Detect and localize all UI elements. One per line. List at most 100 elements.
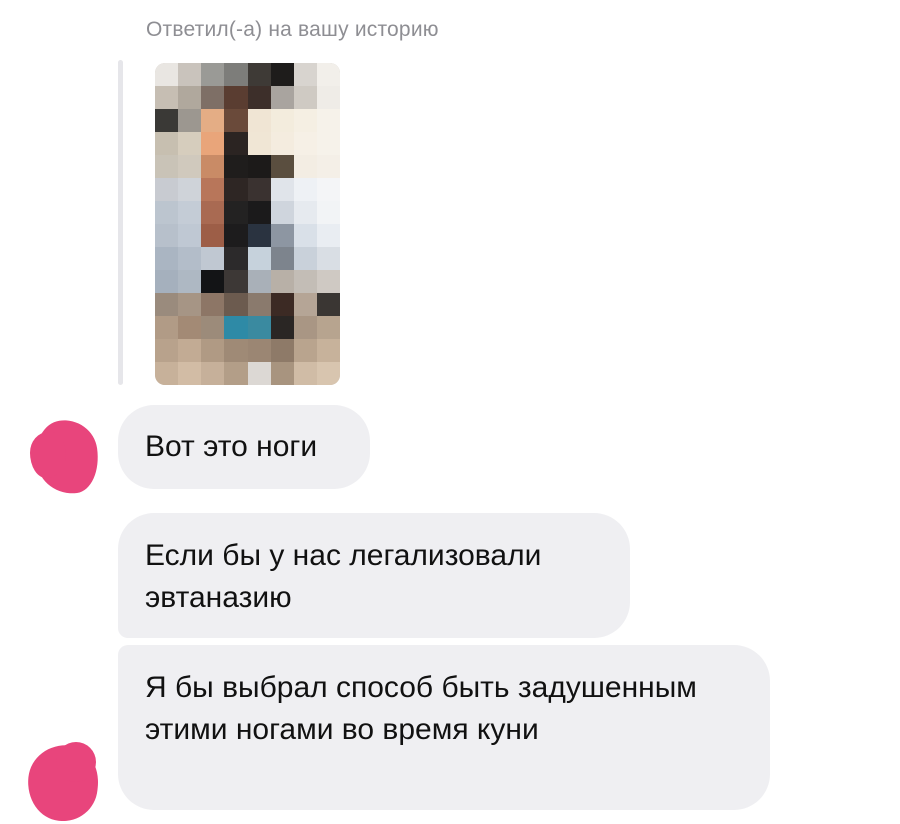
story-pixel (247, 63, 271, 86)
story-thumbnail[interactable] (155, 63, 340, 385)
story-pixel (270, 293, 294, 316)
avatar-redaction (56, 742, 96, 782)
story-pixel (224, 224, 248, 247)
story-pixel (247, 178, 271, 201)
story-pixel (224, 270, 248, 293)
story-pixel (155, 362, 179, 385)
story-pixel (201, 86, 225, 109)
story-pixel (224, 63, 248, 86)
message-bubble[interactable]: Если бы у нас легализовали эвтаназию (118, 513, 630, 638)
story-pixel (316, 224, 340, 247)
story-pixel (270, 86, 294, 109)
story-pixel (316, 362, 340, 385)
story-pixel (201, 109, 225, 132)
story-pixel (178, 247, 202, 270)
story-pixel (293, 270, 317, 293)
story-pixel (316, 316, 340, 339)
story-pixel (293, 109, 317, 132)
message-text: Вот это ноги (145, 430, 318, 463)
story-pixel (201, 362, 225, 385)
story-pixel (270, 178, 294, 201)
story-pixel (224, 86, 248, 109)
story-pixel (155, 339, 179, 362)
story-pixel (201, 316, 225, 339)
story-pixel (201, 178, 225, 201)
story-pixel (178, 362, 202, 385)
story-pixel (155, 293, 179, 316)
story-pixel (224, 247, 248, 270)
story-pixel (247, 109, 271, 132)
story-pixel (155, 247, 179, 270)
story-pixel (247, 316, 271, 339)
message-bubble[interactable]: Я бы выбрал способ быть задушенным этими… (118, 645, 770, 810)
story-pixel (293, 178, 317, 201)
story-pixel (178, 155, 202, 178)
story-pixel (224, 201, 248, 224)
story-pixel (316, 86, 340, 109)
story-pixel (178, 63, 202, 86)
story-pixel (270, 270, 294, 293)
story-pixel (293, 247, 317, 270)
story-pixel (178, 316, 202, 339)
story-pixel (178, 109, 202, 132)
story-pixel (224, 293, 248, 316)
story-pixel (293, 339, 317, 362)
story-pixel (178, 178, 202, 201)
story-pixel (155, 86, 179, 109)
story-pixel (270, 63, 294, 86)
story-pixel (178, 132, 202, 155)
story-pixel (201, 293, 225, 316)
story-pixel (201, 63, 225, 86)
story-pixel (224, 155, 248, 178)
story-pixel (270, 362, 294, 385)
message-text: Я бы выбрал способ быть задушенным этими… (145, 671, 697, 746)
story-pixel (155, 201, 179, 224)
story-pixel (270, 155, 294, 178)
reply-quote-bar (118, 60, 123, 385)
story-pixel (270, 109, 294, 132)
story-pixel (155, 270, 179, 293)
story-pixel (201, 155, 225, 178)
story-pixel (270, 132, 294, 155)
story-pixel (247, 247, 271, 270)
story-pixel (270, 224, 294, 247)
story-pixel (316, 63, 340, 86)
story-pixel (247, 155, 271, 178)
story-pixel (224, 362, 248, 385)
story-pixel (247, 270, 271, 293)
story-pixel (201, 339, 225, 362)
message-text: Если бы у нас легализовали эвтаназию (145, 539, 542, 614)
story-pixel (293, 201, 317, 224)
story-pixel (316, 339, 340, 362)
story-pixel (201, 201, 225, 224)
story-pixel (293, 86, 317, 109)
story-pixel (270, 339, 294, 362)
story-pixel (293, 224, 317, 247)
message-bubble[interactable]: Вот это ноги (118, 405, 370, 489)
story-pixel (316, 201, 340, 224)
story-pixel (247, 201, 271, 224)
story-pixel (178, 86, 202, 109)
story-pixel (201, 247, 225, 270)
story-pixel (270, 247, 294, 270)
story-pixel (224, 132, 248, 155)
story-pixel (201, 270, 225, 293)
story-pixel (155, 63, 179, 86)
story-reply-header: Ответил(-а) на вашу историю (146, 18, 439, 41)
story-pixel (316, 155, 340, 178)
story-pixel (293, 63, 317, 86)
story-pixel (293, 316, 317, 339)
story-pixel (247, 362, 271, 385)
story-pixel (201, 132, 225, 155)
story-pixel (247, 132, 271, 155)
story-pixel (178, 270, 202, 293)
story-pixel (155, 178, 179, 201)
story-pixel (270, 316, 294, 339)
story-pixel (178, 201, 202, 224)
story-pixel (247, 293, 271, 316)
story-pixel (247, 339, 271, 362)
story-pixel (293, 155, 317, 178)
story-pixel (155, 132, 179, 155)
story-pixel (155, 316, 179, 339)
story-pixel (155, 109, 179, 132)
